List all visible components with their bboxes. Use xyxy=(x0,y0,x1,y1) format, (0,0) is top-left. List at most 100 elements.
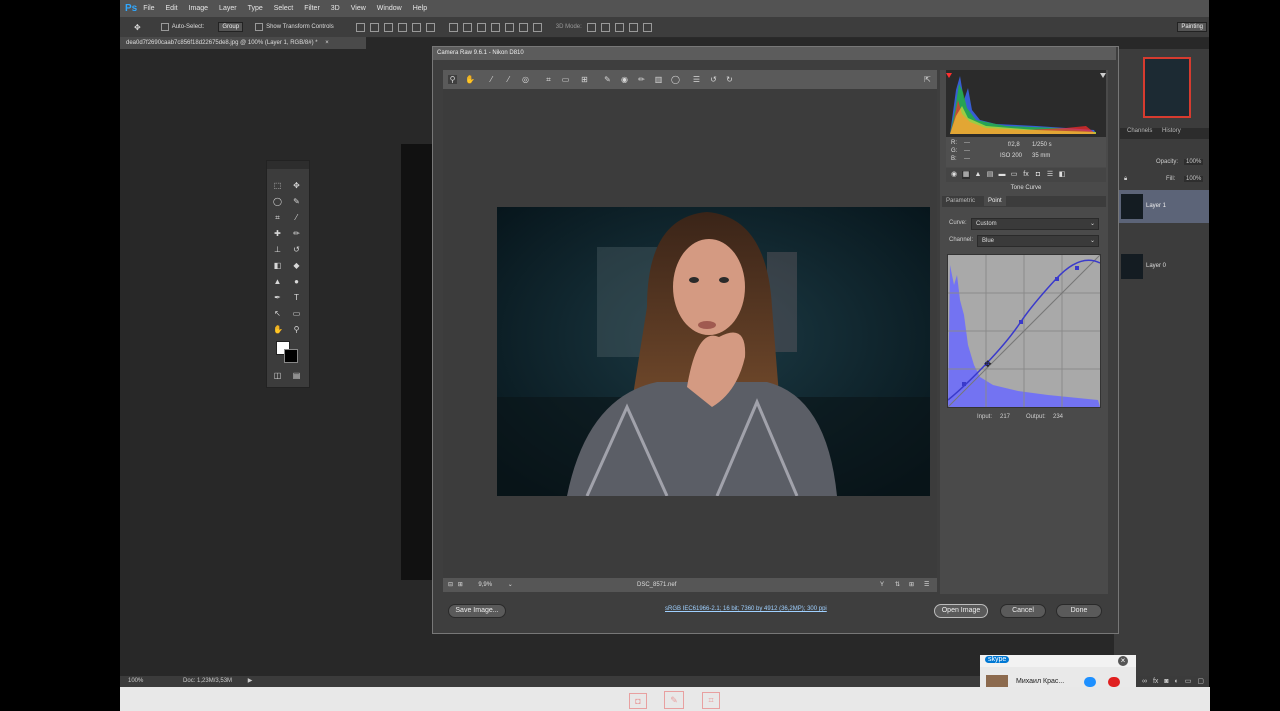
menu-image[interactable]: Image xyxy=(189,5,208,12)
marquee-tool-icon[interactable]: ⬚ xyxy=(273,181,282,190)
tab-parametric[interactable]: Parametric xyxy=(946,198,975,204)
distribute-top-icon[interactable] xyxy=(448,22,458,32)
quick-select-tool-icon[interactable]: ✎ xyxy=(292,197,301,206)
menu-help[interactable]: Help xyxy=(413,5,427,12)
tab-channels[interactable]: Channels xyxy=(1127,128,1152,134)
new-adjustment-icon[interactable]: ◐ xyxy=(1175,678,1179,685)
auto-select-checkbox[interactable] xyxy=(160,23,169,31)
workflow-options-link[interactable]: sRGB IEC61966-2.1; 16 bit; 7360 by 4912 … xyxy=(665,606,827,612)
distribute-right-icon[interactable] xyxy=(518,22,528,32)
blur-tool-icon[interactable]: ▲ xyxy=(273,277,282,286)
curve-point[interactable] xyxy=(1055,277,1059,281)
group-select[interactable]: Group xyxy=(218,22,244,32)
targeted-adjustment-icon[interactable]: ◎ xyxy=(521,75,530,84)
lens-panel-icon[interactable]: ▭ xyxy=(1010,171,1018,179)
align-left-icon[interactable] xyxy=(397,22,407,32)
adjustment-brush-icon[interactable]: ✏ xyxy=(637,75,646,84)
straighten-tool-icon[interactable]: ▭ xyxy=(561,75,570,84)
channel-select[interactable]: Blue ⌄ xyxy=(977,235,1099,247)
lock-icon[interactable]: 🔒︎ xyxy=(1124,176,1127,183)
preview-prefs-icon[interactable]: ☰ xyxy=(924,578,929,592)
effects-panel-icon[interactable]: fx xyxy=(1022,171,1030,179)
add-mask-icon[interactable]: ◙ xyxy=(1164,678,1168,685)
3d-drag-icon[interactable] xyxy=(614,22,624,32)
align-top-icon[interactable] xyxy=(355,22,365,32)
tools-panel-header[interactable] xyxy=(267,161,309,169)
3d-roll-icon[interactable] xyxy=(600,22,610,32)
menu-3d[interactable]: 3D xyxy=(331,5,340,12)
document-tab-close-icon[interactable]: × xyxy=(325,40,329,46)
eraser-tool-icon[interactable]: ◧ xyxy=(273,261,282,270)
output-value[interactable]: 234 xyxy=(1053,414,1063,420)
presets-panel-icon[interactable]: ☰ xyxy=(1046,171,1054,179)
3d-rotate-icon[interactable] xyxy=(586,22,596,32)
paint-bucket-tool-icon[interactable]: ◆ xyxy=(292,261,301,270)
menu-file[interactable]: File xyxy=(143,5,154,12)
curve-point[interactable] xyxy=(962,382,966,386)
new-group-icon[interactable]: ▭ xyxy=(1185,678,1192,685)
align-bottom-icon[interactable] xyxy=(383,22,393,32)
zoom-level-select[interactable]: 9,9% xyxy=(478,582,492,588)
red-eye-icon[interactable]: ◉ xyxy=(620,75,629,84)
opacity-value[interactable]: 100% xyxy=(1184,159,1204,165)
transform-tool-icon[interactable]: ⊞ xyxy=(580,75,589,84)
link-layers-icon[interactable]: ∞ xyxy=(1142,678,1147,685)
menu-edit[interactable]: Edit xyxy=(166,5,178,12)
status-arrow-icon[interactable]: ▶ xyxy=(248,678,253,684)
snapshots-panel-icon[interactable]: ◧ xyxy=(1058,171,1066,179)
dodge-tool-icon[interactable]: ● xyxy=(292,277,301,286)
highlight-clipping-icon[interactable] xyxy=(1100,73,1106,78)
camera-calibration-icon[interactable]: ◘ xyxy=(1034,171,1042,179)
cancel-button[interactable]: Cancel xyxy=(1000,604,1046,618)
move-tool-icon[interactable]: ✥ xyxy=(134,23,141,32)
save-image-button[interactable]: Save Image... xyxy=(448,604,506,618)
tone-curve-svg[interactable]: ✥ xyxy=(947,254,1101,408)
pen-tool-icon[interactable]: ✒ xyxy=(273,293,282,302)
align-vcenter-icon[interactable] xyxy=(369,22,379,32)
hand-tool-icon[interactable]: ✋ xyxy=(465,75,475,84)
tab-point[interactable]: Point xyxy=(984,196,1006,206)
layer-row[interactable]: Layer 1 xyxy=(1118,190,1209,223)
spot-removal-icon[interactable]: ✎ xyxy=(603,75,612,84)
white-balance-tool-icon[interactable]: ⁄ xyxy=(487,75,496,84)
new-layer-icon[interactable]: ▢ xyxy=(1197,678,1204,685)
menu-view[interactable]: View xyxy=(351,5,366,12)
tone-curve-graph[interactable]: ✥ xyxy=(947,254,1101,408)
skype-notification[interactable]: skype × Михаил Крас... xyxy=(980,655,1136,687)
skype-close-icon[interactable]: × xyxy=(1118,656,1128,666)
zoom-out-icon[interactable]: ⊟ xyxy=(448,582,453,588)
path-select-tool-icon[interactable]: ↖ xyxy=(273,309,282,318)
edit-icon[interactable]: ✎ xyxy=(664,691,684,709)
zoom-in-icon[interactable]: ⊞ xyxy=(458,582,463,588)
basic-panel-icon[interactable]: ◉ xyxy=(950,171,958,179)
menu-type[interactable]: Type xyxy=(248,5,263,12)
distribute-left-icon[interactable] xyxy=(490,22,500,32)
zoom-dropdown-icon[interactable]: ⌄ xyxy=(508,582,513,588)
auto-align-icon[interactable] xyxy=(532,22,542,32)
eyedropper-tool-icon[interactable]: ⁄ xyxy=(292,213,301,222)
fill-value[interactable]: 100% xyxy=(1184,176,1204,182)
curve-point[interactable] xyxy=(1075,266,1079,270)
split-toning-panel-icon[interactable]: ▬ xyxy=(998,171,1006,179)
screen-mode-icon[interactable]: ▤ xyxy=(292,371,301,380)
menu-window[interactable]: Window xyxy=(377,5,402,12)
zoom-tool-icon[interactable]: ⚲ xyxy=(448,75,457,84)
distribute-vcenter-icon[interactable] xyxy=(462,22,472,32)
curve-select[interactable]: Custom ⌄ xyxy=(971,218,1099,230)
show-transform-checkbox[interactable] xyxy=(255,23,264,31)
answer-call-icon[interactable] xyxy=(1084,677,1096,687)
layer-style-icon[interactable]: fx xyxy=(1153,678,1158,685)
before-after-icon[interactable]: Y xyxy=(880,578,884,592)
distribute-bottom-icon[interactable] xyxy=(476,22,486,32)
distribute-hcenter-icon[interactable] xyxy=(504,22,514,32)
move-tool-icon[interactable]: ✥ xyxy=(292,181,301,190)
copy-settings-icon[interactable]: ⊞ xyxy=(909,578,914,592)
menu-filter[interactable]: Filter xyxy=(304,5,320,12)
shadow-clipping-icon[interactable] xyxy=(946,73,952,78)
menu-layer[interactable]: Layer xyxy=(219,5,237,12)
hand-tool-icon[interactable]: ✋ xyxy=(273,325,283,334)
type-tool-icon[interactable]: T xyxy=(292,293,301,302)
tone-curve-panel-icon[interactable]: ▦ xyxy=(962,171,970,179)
decline-call-icon[interactable] xyxy=(1108,677,1120,687)
lasso-tool-icon[interactable]: ◯ xyxy=(273,197,282,206)
